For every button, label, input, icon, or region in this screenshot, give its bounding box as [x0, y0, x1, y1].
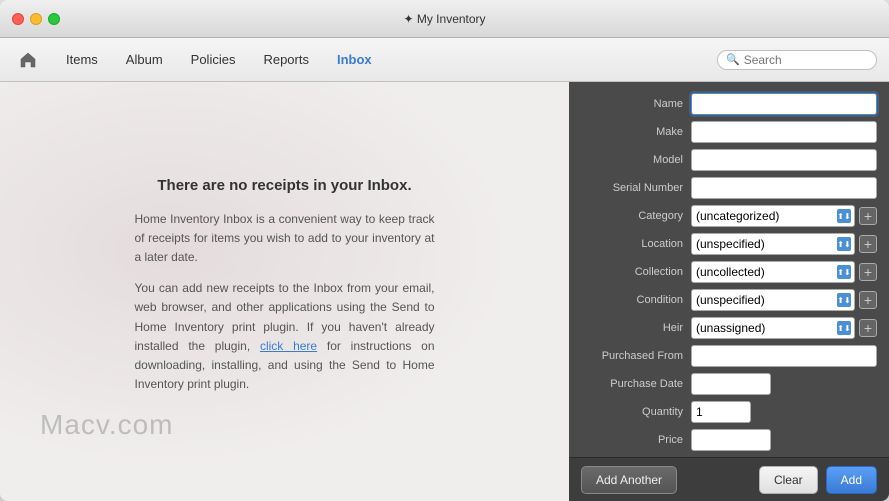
select-collection[interactable]: (uncollected) — [691, 261, 855, 283]
toolbar: Items Album Policies Reports Inbox 🔍 — [0, 38, 889, 82]
label-purchase-date: Purchase Date — [581, 378, 691, 390]
select-wrapper-condition: (unspecified) ⬆⬇ — [691, 289, 855, 311]
traffic-lights — [12, 13, 60, 25]
inbox-paragraph-2: You can add new receipts to the Inbox fr… — [135, 279, 435, 394]
form-row-quantity: Quantity — [569, 398, 889, 426]
close-button[interactable] — [12, 13, 24, 25]
nav-item-reports[interactable]: Reports — [249, 48, 323, 71]
select-row-condition: (unspecified) ⬆⬇ + — [691, 289, 877, 311]
form-row-make: Make — [569, 118, 889, 146]
search-icon: 🔍 — [726, 53, 740, 66]
label-make: Make — [581, 126, 691, 138]
form-area: Name Make Model Serial Number — [569, 82, 889, 457]
label-quantity: Quantity — [581, 406, 691, 418]
label-collection: Collection — [581, 266, 691, 278]
label-model: Model — [581, 154, 691, 166]
nav-item-album[interactable]: Album — [112, 48, 177, 71]
window-title: ✦ My Inventory — [403, 12, 485, 26]
form-row-location: Location (unspecified) ⬆⬇ + — [569, 230, 889, 258]
item-form-panel: Name Make Model Serial Number — [569, 82, 889, 501]
watermark: Macv.com — [40, 409, 174, 441]
select-wrapper-category: (uncategorized) ⬆⬇ — [691, 205, 855, 227]
search-box: 🔍 — [717, 50, 877, 70]
app-window: ✦ My Inventory Items Album Policies Repo… — [0, 0, 889, 501]
form-row-collection: Collection (uncollected) ⬆⬇ + — [569, 258, 889, 286]
form-row-heir: Heir (unassigned) ⬆⬇ + — [569, 314, 889, 342]
inbox-body: Home Inventory Inbox is a convenient way… — [135, 210, 435, 407]
add-location-button[interactable]: + — [859, 235, 877, 253]
label-condition: Condition — [581, 294, 691, 306]
nav-item-items[interactable]: Items — [52, 48, 112, 71]
select-row-heir: (unassigned) ⬆⬇ + — [691, 317, 877, 339]
input-model[interactable] — [691, 149, 877, 171]
nav-item-inbox[interactable]: Inbox — [323, 48, 386, 71]
select-location[interactable]: (unspecified) — [691, 233, 855, 255]
add-condition-button[interactable]: + — [859, 291, 877, 309]
select-row-collection: (uncollected) ⬆⬇ + — [691, 261, 877, 283]
add-category-button[interactable]: + — [859, 207, 877, 225]
input-make[interactable] — [691, 121, 877, 143]
titlebar: ✦ My Inventory — [0, 0, 889, 38]
inbox-panel: There are no receipts in your Inbox. Hom… — [0, 82, 569, 501]
input-serial-number[interactable] — [691, 177, 877, 199]
inbox-heading: There are no receipts in your Inbox. — [157, 177, 411, 194]
label-location: Location — [581, 238, 691, 250]
add-heir-button[interactable]: + — [859, 319, 877, 337]
label-name: Name — [581, 98, 691, 110]
form-row-category: Category (uncategorized) ⬆⬇ + — [569, 202, 889, 230]
select-condition[interactable]: (unspecified) — [691, 289, 855, 311]
input-price[interactable] — [691, 429, 771, 451]
label-category: Category — [581, 210, 691, 222]
label-purchased-from: Purchased From — [581, 350, 691, 362]
select-wrapper-heir: (unassigned) ⬆⬇ — [691, 317, 855, 339]
label-serial-number: Serial Number — [581, 182, 691, 194]
clear-button[interactable]: Clear — [759, 466, 818, 494]
input-purchase-date[interactable] — [691, 373, 771, 395]
inbox-paragraph-1: Home Inventory Inbox is a convenient way… — [135, 210, 435, 268]
main-content: There are no receipts in your Inbox. Hom… — [0, 82, 889, 501]
select-row-category: (uncategorized) ⬆⬇ + — [691, 205, 877, 227]
add-another-button[interactable]: Add Another — [581, 466, 677, 494]
select-heir[interactable]: (unassigned) — [691, 317, 855, 339]
add-button[interactable]: Add — [826, 466, 877, 494]
select-wrapper-collection: (uncollected) ⬆⬇ — [691, 261, 855, 283]
form-row-serial: Serial Number — [569, 174, 889, 202]
label-price: Price — [581, 434, 691, 446]
form-bottom-bar: Add Another Clear Add — [569, 457, 889, 501]
input-name[interactable] — [691, 93, 877, 115]
maximize-button[interactable] — [48, 13, 60, 25]
search-input[interactable] — [744, 53, 868, 67]
select-category[interactable]: (uncategorized) — [691, 205, 855, 227]
home-button[interactable] — [12, 44, 44, 76]
add-collection-button[interactable]: + — [859, 263, 877, 281]
form-row-purchased-from: Purchased From — [569, 342, 889, 370]
click-here-link[interactable]: click here — [260, 339, 317, 353]
minimize-button[interactable] — [30, 13, 42, 25]
select-row-location: (unspecified) ⬆⬇ + — [691, 233, 877, 255]
form-row-model: Model — [569, 146, 889, 174]
form-row-condition: Condition (unspecified) ⬆⬇ + — [569, 286, 889, 314]
input-quantity[interactable] — [691, 401, 751, 423]
input-purchased-from[interactable] — [691, 345, 877, 367]
form-row-purchase-date: Purchase Date — [569, 370, 889, 398]
label-heir: Heir — [581, 322, 691, 334]
select-wrapper-location: (unspecified) ⬆⬇ — [691, 233, 855, 255]
nav-bar: Items Album Policies Reports Inbox — [52, 48, 717, 71]
nav-item-policies[interactable]: Policies — [177, 48, 250, 71]
form-row-name: Name — [569, 90, 889, 118]
form-row-price: Price — [569, 426, 889, 454]
